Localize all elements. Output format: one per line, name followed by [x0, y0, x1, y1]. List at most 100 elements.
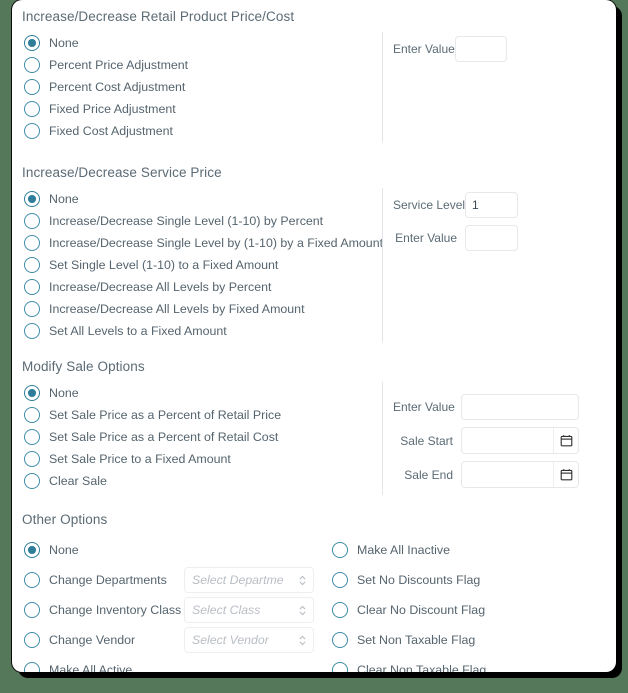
other-options-grid: None Change Departments Select Departme — [12, 535, 616, 672]
radio-option-set-all-levels-fixed[interactable]: Set All Levels to a Fixed Amount — [24, 320, 382, 342]
section-title: Modify Sale Options — [22, 359, 145, 374]
radio-icon[interactable] — [24, 385, 40, 401]
radio-label: Set Sale Price as a Percent of Retail Co… — [49, 430, 279, 444]
field-label: Sale End — [404, 467, 453, 482]
radio-icon[interactable] — [24, 407, 40, 423]
radio-group-sale: None Set Sale Price as a Percent of Reta… — [12, 382, 382, 492]
radio-option-sale-percent-retail-price[interactable]: Set Sale Price as a Percent of Retail Pr… — [24, 404, 382, 426]
radio-option-single-level-fixed[interactable]: Increase/Decrease Single Level by (1-10)… — [24, 232, 384, 254]
radio-option-fixed-price-adjustment[interactable]: Fixed Price Adjustment — [24, 98, 382, 120]
radio-option-change-vendor[interactable]: Change Vendor Select Vendor — [24, 625, 324, 655]
radio-option-set-non-taxable-flag[interactable]: Set Non Taxable Flag — [332, 625, 616, 655]
radio-icon[interactable] — [24, 662, 40, 672]
radio-option-none[interactable]: None — [24, 535, 324, 565]
radio-icon[interactable] — [332, 662, 348, 672]
radio-icon[interactable] — [24, 257, 40, 273]
radio-icon[interactable] — [24, 542, 40, 558]
radio-label: Increase/Decrease All Levels by Fixed Am… — [49, 302, 305, 316]
radio-option-set-single-level-fixed[interactable]: Set Single Level (1-10) to a Fixed Amoun… — [24, 254, 382, 276]
sale-start-date-input[interactable] — [461, 427, 579, 454]
radio-icon[interactable] — [24, 235, 40, 251]
calendar-icon[interactable] — [553, 462, 578, 487]
field-sale-end: Sale End — [393, 461, 616, 488]
radio-icon[interactable] — [24, 451, 40, 467]
section-modify-sale-options: Modify Sale Options None Set Sale Price … — [12, 358, 616, 495]
other-options-left-column: None Change Departments Select Departme — [24, 535, 324, 672]
radio-icon[interactable] — [24, 323, 40, 339]
radio-label: Make All Active — [49, 663, 133, 672]
radio-icon[interactable] — [24, 301, 40, 317]
enter-value-input[interactable] — [455, 36, 507, 62]
radio-icon[interactable] — [24, 35, 40, 51]
radio-icon[interactable] — [24, 632, 40, 648]
radio-option-percent-price-adjustment[interactable]: Percent Price Adjustment — [24, 54, 382, 76]
field-enter-value: Enter Value — [393, 394, 616, 420]
section-service-price: Increase/Decrease Service Price None Inc… — [12, 164, 616, 342]
radio-option-clear-non-taxable-flag[interactable]: Clear Non Taxable Flag — [332, 655, 616, 672]
calendar-icon[interactable] — [553, 428, 578, 453]
radio-icon[interactable] — [24, 123, 40, 139]
radio-icon[interactable] — [24, 473, 40, 489]
radio-icon[interactable] — [24, 191, 40, 207]
radio-icon[interactable] — [332, 602, 348, 618]
radio-label: Set No Discounts Flag — [357, 573, 481, 587]
field-label: Enter Value — [393, 400, 455, 414]
fields-sale: Enter Value Sale Start Sale End — [383, 382, 616, 495]
radio-icon[interactable] — [24, 101, 40, 117]
radio-option-none[interactable]: None — [24, 188, 382, 210]
radio-option-all-levels-fixed[interactable]: Increase/Decrease All Levels by Fixed Am… — [24, 298, 382, 320]
radio-icon[interactable] — [24, 213, 40, 229]
radio-icon[interactable] — [332, 632, 348, 648]
radio-icon[interactable] — [332, 542, 348, 558]
department-select[interactable]: Select Departme — [184, 567, 314, 593]
radio-option-none[interactable]: None — [24, 382, 382, 404]
radio-label: None — [49, 36, 79, 50]
radio-label: Set Sale Price to a Fixed Amount — [49, 452, 231, 466]
radio-option-none[interactable]: None — [24, 32, 382, 54]
chevron-updown-icon[interactable] — [298, 634, 307, 647]
radio-option-change-inventory-class[interactable]: Change Inventory Class Select Class — [24, 595, 324, 625]
radio-icon[interactable] — [24, 79, 40, 95]
radio-label: Set All Levels to a Fixed Amount — [49, 324, 227, 338]
radio-option-clear-sale[interactable]: Clear Sale — [24, 470, 382, 492]
radio-option-single-level-percent[interactable]: Increase/Decrease Single Level (1-10) by… — [24, 210, 382, 232]
service-level-input[interactable]: 1 — [465, 192, 518, 218]
radio-option-sale-fixed-amount[interactable]: Set Sale Price to a Fixed Amount — [24, 448, 382, 470]
radio-option-sale-percent-retail-cost[interactable]: Set Sale Price as a Percent of Retail Co… — [24, 426, 382, 448]
radio-option-make-all-inactive[interactable]: Make All Inactive — [332, 535, 616, 565]
section-other-options: Other Options None Change Departments Se… — [12, 511, 616, 672]
radio-label: Increase/Decrease Single Level by (1-10)… — [49, 236, 384, 250]
radio-icon[interactable] — [332, 572, 348, 588]
radio-icon[interactable] — [24, 602, 40, 618]
radio-label: Set Sale Price as a Percent of Retail Pr… — [49, 408, 282, 422]
chevron-updown-icon[interactable] — [298, 604, 307, 617]
select-placeholder: Select Vendor — [192, 633, 269, 647]
field-label: Service Level — [393, 198, 466, 212]
fields-retail: Enter Value — [383, 32, 616, 69]
enter-value-input[interactable] — [461, 394, 579, 420]
radio-option-fixed-cost-adjustment[interactable]: Fixed Cost Adjustment — [24, 120, 382, 142]
radio-option-clear-no-discount-flag[interactable]: Clear No Discount Flag — [332, 595, 616, 625]
field-label: Enter Value — [395, 231, 457, 245]
radio-option-percent-cost-adjustment[interactable]: Percent Cost Adjustment — [24, 76, 382, 98]
field-enter-value: Enter Value — [393, 36, 616, 62]
section-retail-product-price-cost: Increase/Decrease Retail Product Price/C… — [12, 8, 616, 142]
inventory-class-select[interactable]: Select Class — [184, 597, 314, 623]
radio-icon[interactable] — [24, 279, 40, 295]
chevron-updown-icon[interactable] — [298, 574, 307, 587]
select-placeholder: Select Class — [192, 603, 261, 617]
radio-icon[interactable] — [24, 57, 40, 73]
radio-option-all-levels-percent[interactable]: Increase/Decrease All Levels by Percent — [24, 276, 382, 298]
sale-end-date-input[interactable] — [461, 461, 579, 488]
radio-option-set-no-discounts-flag[interactable]: Set No Discounts Flag — [332, 565, 616, 595]
page-background: Increase/Decrease Retail Product Price/C… — [0, 0, 628, 693]
radio-icon[interactable] — [24, 429, 40, 445]
vendor-select[interactable]: Select Vendor — [184, 627, 314, 653]
radio-option-make-all-active[interactable]: Make All Active — [24, 655, 324, 672]
radio-label: Change Inventory Class — [49, 603, 182, 617]
radio-label: Change Vendor — [49, 633, 136, 647]
radio-option-change-departments[interactable]: Change Departments Select Departme — [24, 565, 324, 595]
radio-icon[interactable] — [24, 572, 40, 588]
enter-value-input[interactable] — [465, 225, 518, 251]
